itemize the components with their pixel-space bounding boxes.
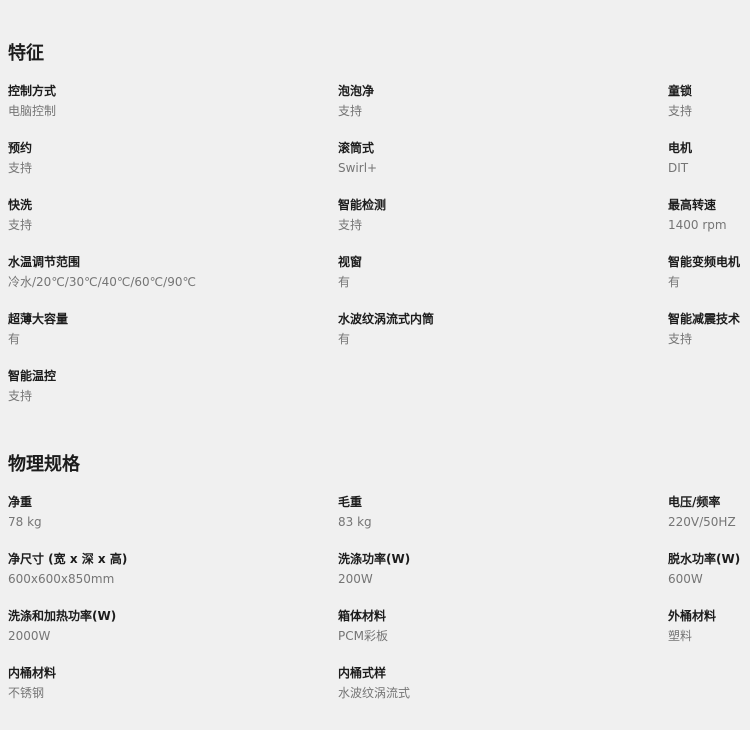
spec-item: 外桶材料 塑料: [668, 610, 750, 642]
spec-label: 智能减震技术: [668, 312, 741, 326]
spec-value: 1400 rpm: [668, 218, 727, 232]
spec-value: 支持: [668, 104, 693, 118]
spec-label: 滚筒式: [338, 141, 375, 155]
spec-label: 水波纹涡流式内筒: [338, 312, 435, 326]
spec-item: 电压/频率 220V/50HZ: [668, 496, 750, 528]
spec-value: 支持: [668, 332, 693, 346]
spec-label: 洗涤和加热功率(W): [8, 609, 117, 623]
spec-value: 电脑控制: [8, 104, 57, 118]
spec-value: DIT: [668, 161, 689, 175]
spec-value: 塑料: [668, 629, 693, 643]
spec-label: 内桶材料: [8, 666, 57, 680]
spec-label: 水温调节范围: [8, 255, 81, 269]
spec-value: 支持: [8, 389, 33, 403]
spec-item: 水波纹涡流式内筒有: [338, 313, 638, 345]
spec-label: 童锁: [668, 84, 693, 98]
spec-item: 智能减震技术 支持: [668, 313, 750, 345]
spec-label: 电机: [668, 141, 693, 155]
spec-value: 78 kg: [8, 515, 42, 529]
spec-value: 200W: [338, 572, 373, 586]
spec-item: 快洗 支持: [8, 199, 308, 231]
spec-label: 毛重: [338, 495, 363, 509]
spec-value: 支持: [338, 104, 363, 118]
spec-item: 箱体材料 PCM彩板: [338, 610, 638, 642]
spec-item: 净尺寸 (宽 x 深 x 高) 600x600x850mm: [8, 553, 308, 585]
spec-value: 有: [668, 275, 681, 289]
spec-value: 不锈钢: [8, 686, 45, 700]
spec-item: 滚筒式 Swirl+: [338, 142, 638, 174]
spec-item: 脱水功率(W) 600W: [668, 553, 750, 585]
spec-value: 有: [338, 275, 351, 289]
spec-label: 箱体材料: [338, 609, 387, 623]
spec-label: 外桶材料: [668, 609, 717, 623]
spec-item: 智能温控 支持: [8, 370, 308, 402]
spec-value: 220V/50HZ: [668, 515, 736, 529]
spec-value: 支持: [8, 161, 33, 175]
spec-item: 视窗有: [338, 256, 638, 288]
spec-item: 控制方式 电脑控制: [8, 85, 308, 117]
spec-value: Swirl+: [338, 161, 378, 175]
spec-item: 智能变频电机有: [668, 256, 750, 288]
spec-item: 净重 78 kg: [8, 496, 308, 528]
spec-value: PCM彩板: [338, 629, 388, 643]
spec-label: 最高转速: [668, 198, 717, 212]
spec-label: 超薄大容量: [8, 312, 69, 326]
spec-item: 智能检测 支持: [338, 199, 638, 231]
spec-label: 泡泡净: [338, 84, 375, 98]
spec-item: 童锁 支持: [668, 85, 750, 117]
section-title-features: 特征: [8, 43, 44, 64]
spec-label: 预约: [8, 141, 33, 155]
spec-value: 冷水/20℃/30℃/40℃/60℃/90℃: [8, 275, 196, 289]
spec-value: 水波纹涡流式: [338, 686, 411, 700]
spec-label: 控制方式: [8, 84, 57, 98]
spec-label: 视窗: [338, 255, 363, 269]
spec-item: 水温调节范围冷水/20℃/30℃/40℃/60℃/90℃: [8, 256, 308, 288]
spec-value: 600W: [668, 572, 703, 586]
spec-value: 83 kg: [338, 515, 372, 529]
spec-item: 毛重 83 kg: [338, 496, 638, 528]
spec-value: 支持: [338, 218, 363, 232]
spec-label: 净尺寸 (宽 x 深 x 高): [8, 552, 128, 566]
spec-item: 内桶式样水波纹涡流式: [338, 667, 638, 699]
spec-label: 智能变频电机: [668, 255, 741, 269]
spec-label: 净重: [8, 495, 33, 509]
spec-item: 洗涤功率(W) 200W: [338, 553, 638, 585]
spec-label: 电压/频率: [668, 495, 721, 509]
spec-label: 内桶式样: [338, 666, 387, 680]
spec-label: 洗涤功率(W): [338, 552, 411, 566]
spec-label: 智能温控: [8, 369, 57, 383]
spec-value: 有: [338, 332, 351, 346]
section-title-physical-specs: 物理规格: [8, 454, 80, 475]
spec-item: 内桶材料 不锈钢: [8, 667, 308, 699]
spec-item: 预约 支持: [8, 142, 308, 174]
spec-item: 最高转速 1400 rpm: [668, 199, 750, 231]
spec-item: 泡泡净 支持: [338, 85, 638, 117]
spec-value: 600x600x850mm: [8, 572, 115, 586]
spec-label: 智能检测: [338, 198, 387, 212]
spec-label: 快洗: [8, 198, 33, 212]
spec-value: 有: [8, 332, 21, 346]
spec-value: 支持: [8, 218, 33, 232]
spec-value: 2000W: [8, 629, 51, 643]
spec-item: 超薄大容量有: [8, 313, 308, 345]
spec-label: 脱水功率(W): [668, 552, 741, 566]
spec-item: 洗涤和加热功率(W) 2000W: [8, 610, 308, 642]
spec-item: 电机 DIT: [668, 142, 750, 174]
